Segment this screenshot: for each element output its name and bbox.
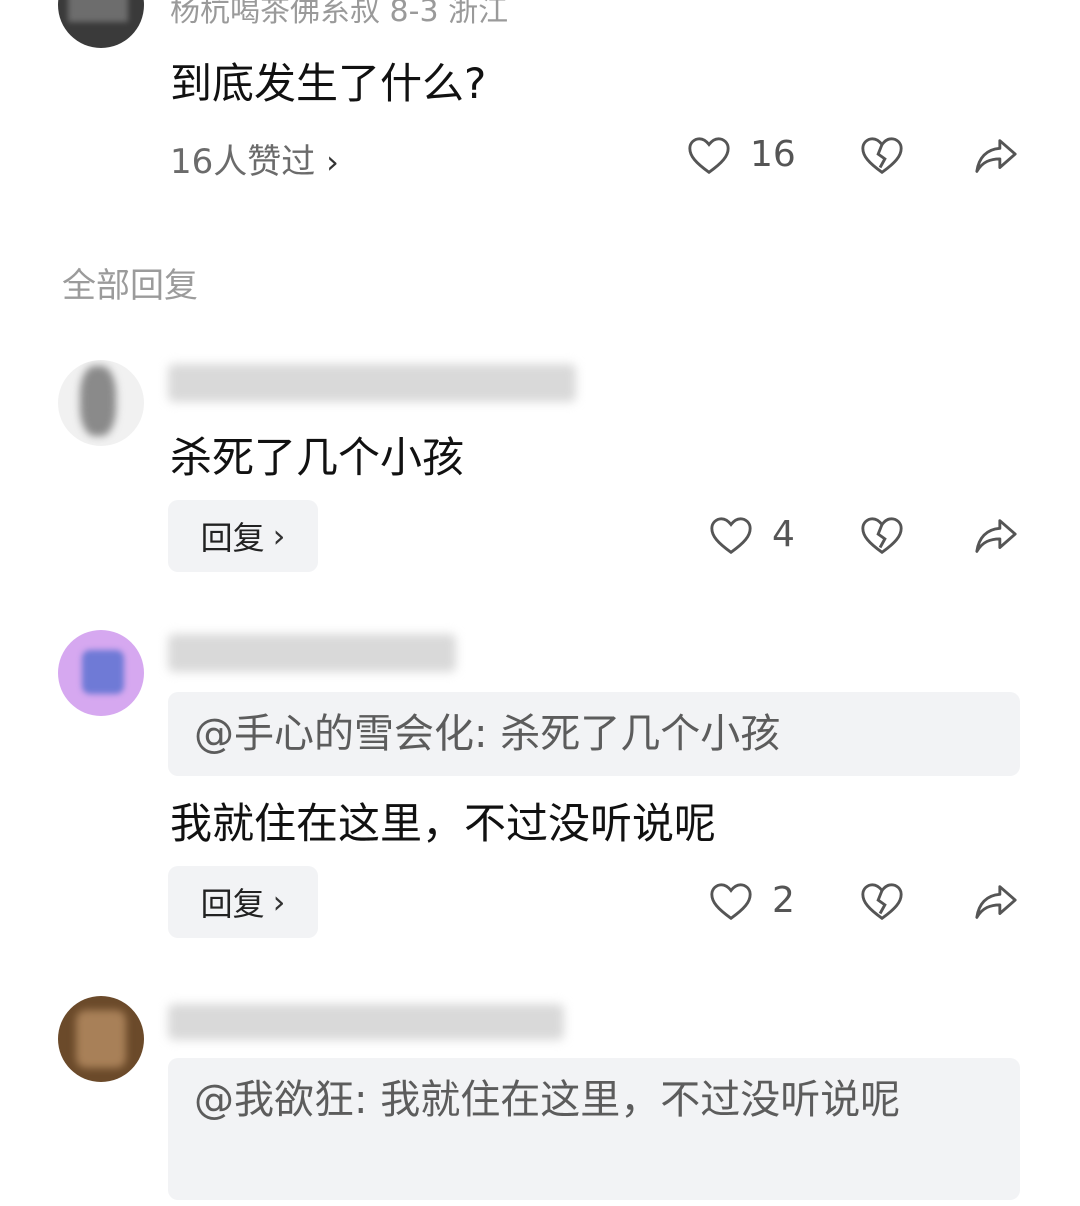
avatar[interactable] — [58, 360, 144, 446]
like-count: 16 — [750, 134, 796, 175]
likers-text: 16人赞过 — [170, 142, 316, 182]
broken-heart-icon[interactable] — [859, 513, 905, 559]
reply-text: 杀死了几个小孩 — [170, 433, 465, 482]
username-redacted — [168, 1004, 564, 1040]
reply-button-label: 回复 — [200, 885, 265, 923]
chevron-right-icon: › — [272, 517, 286, 555]
likers-link[interactable]: 16人赞过 › — [170, 134, 339, 183]
section-title: 全部回复 — [62, 266, 198, 306]
avatar[interactable] — [58, 0, 144, 48]
chevron-right-icon: › — [326, 143, 339, 181]
broken-heart-icon[interactable] — [859, 879, 905, 925]
like-count: 4 — [772, 514, 795, 555]
comment-text: 到底发生了什么? — [170, 59, 487, 108]
comment-meta: 杨杭喝茶佛系叔 8-3 浙江 — [170, 0, 509, 29]
broken-heart-icon[interactable] — [859, 133, 905, 179]
like-count: 2 — [772, 880, 795, 921]
heart-outline-icon[interactable] — [708, 879, 754, 925]
chevron-right-icon: › — [272, 883, 286, 921]
quoted-reply[interactable]: @手心的雪会化: 杀死了几个小孩 — [168, 692, 1020, 776]
share-arrow-icon[interactable] — [973, 133, 1019, 179]
reply-button-label: 回复 — [200, 519, 265, 557]
reply-text: 我就住在这里，不过没听说呢 — [170, 799, 717, 848]
heart-outline-icon[interactable] — [686, 133, 732, 179]
username-redacted — [168, 364, 576, 402]
share-arrow-icon[interactable] — [973, 879, 1019, 925]
avatar[interactable] — [58, 996, 144, 1082]
avatar[interactable] — [58, 630, 144, 716]
username-redacted — [168, 634, 456, 672]
heart-outline-icon[interactable] — [708, 513, 754, 559]
share-arrow-icon[interactable] — [973, 513, 1019, 559]
reply-button[interactable]: 回复 › — [168, 500, 318, 572]
quoted-reply[interactable]: @我欲狂: 我就住在这里，不过没听说呢 — [168, 1058, 1020, 1200]
reply-button[interactable]: 回复 › — [168, 866, 318, 938]
